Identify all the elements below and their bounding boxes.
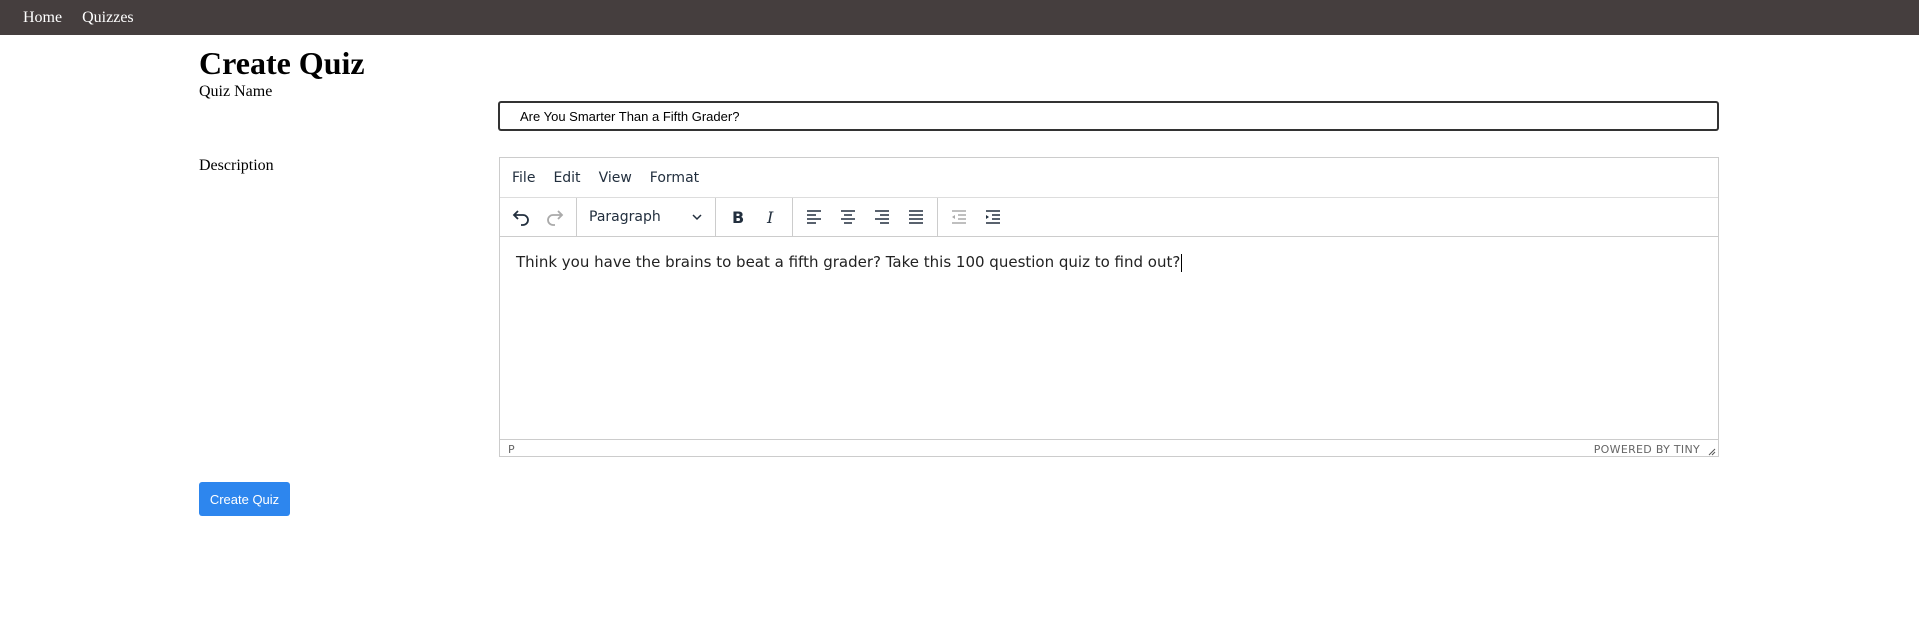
align-justify-button[interactable]	[899, 202, 933, 232]
align-center-button[interactable]	[831, 202, 865, 232]
outdent-button[interactable]	[942, 202, 976, 232]
resize-handle-icon[interactable]	[1708, 448, 1716, 456]
menu-format[interactable]: Format	[650, 170, 699, 186]
style-group: B I	[716, 198, 793, 236]
description-text: Think you have the brains to beat a fift…	[516, 253, 1181, 271]
bold-icon: B	[732, 208, 744, 227]
nav-home-link[interactable]: Home	[23, 9, 62, 27]
indent-icon	[986, 210, 1000, 224]
menu-view[interactable]: View	[599, 170, 632, 186]
nav-quizzes-link[interactable]: Quizzes	[82, 9, 134, 27]
redo-button[interactable]	[538, 202, 572, 232]
editor-content-area[interactable]: Think you have the brains to beat a fift…	[500, 237, 1718, 440]
powered-by-link[interactable]: POWERED BY TINY	[1594, 443, 1700, 456]
menu-edit[interactable]: Edit	[553, 170, 580, 186]
italic-button[interactable]: I	[754, 202, 788, 232]
outdent-icon	[952, 210, 966, 224]
indent-group	[938, 198, 1014, 236]
block-format-value: Paragraph	[589, 209, 661, 225]
menu-file[interactable]: File	[512, 170, 535, 186]
align-right-button[interactable]	[865, 202, 899, 232]
top-navbar: Home Quizzes	[0, 0, 1919, 35]
undo-icon	[512, 210, 529, 226]
redo-icon	[547, 210, 564, 226]
indent-button[interactable]	[976, 202, 1010, 232]
create-quiz-button[interactable]: Create Quiz	[199, 482, 290, 516]
align-justify-icon	[909, 210, 923, 224]
chevron-down-icon	[692, 214, 702, 221]
history-group	[500, 198, 577, 236]
text-cursor	[1181, 253, 1183, 272]
align-center-icon	[841, 210, 855, 224]
italic-icon: I	[766, 208, 774, 227]
align-left-icon	[807, 210, 821, 224]
format-group: Paragraph	[577, 198, 716, 236]
page-title: Create Quiz	[199, 45, 365, 81]
align-right-icon	[875, 210, 889, 224]
alignment-group	[793, 198, 938, 236]
element-path[interactable]: P	[508, 443, 515, 456]
undo-button[interactable]	[504, 202, 538, 232]
svg-text:B: B	[732, 208, 744, 227]
quiz-name-label: Quiz Name	[199, 83, 273, 100]
editor-menubar: File Edit View Format	[500, 158, 1718, 198]
svg-text:I: I	[766, 208, 774, 227]
description-label: Description	[199, 157, 274, 174]
bold-button[interactable]: B	[720, 202, 754, 232]
description-editor: File Edit View Format Paragraph B I Thin…	[499, 157, 1719, 457]
editor-statusbar: P POWERED BY TINY	[500, 440, 1718, 458]
block-format-select[interactable]: Paragraph	[581, 202, 711, 232]
quiz-name-input[interactable]	[499, 102, 1718, 130]
align-left-button[interactable]	[797, 202, 831, 232]
editor-toolbar: Paragraph B I	[500, 198, 1718, 237]
